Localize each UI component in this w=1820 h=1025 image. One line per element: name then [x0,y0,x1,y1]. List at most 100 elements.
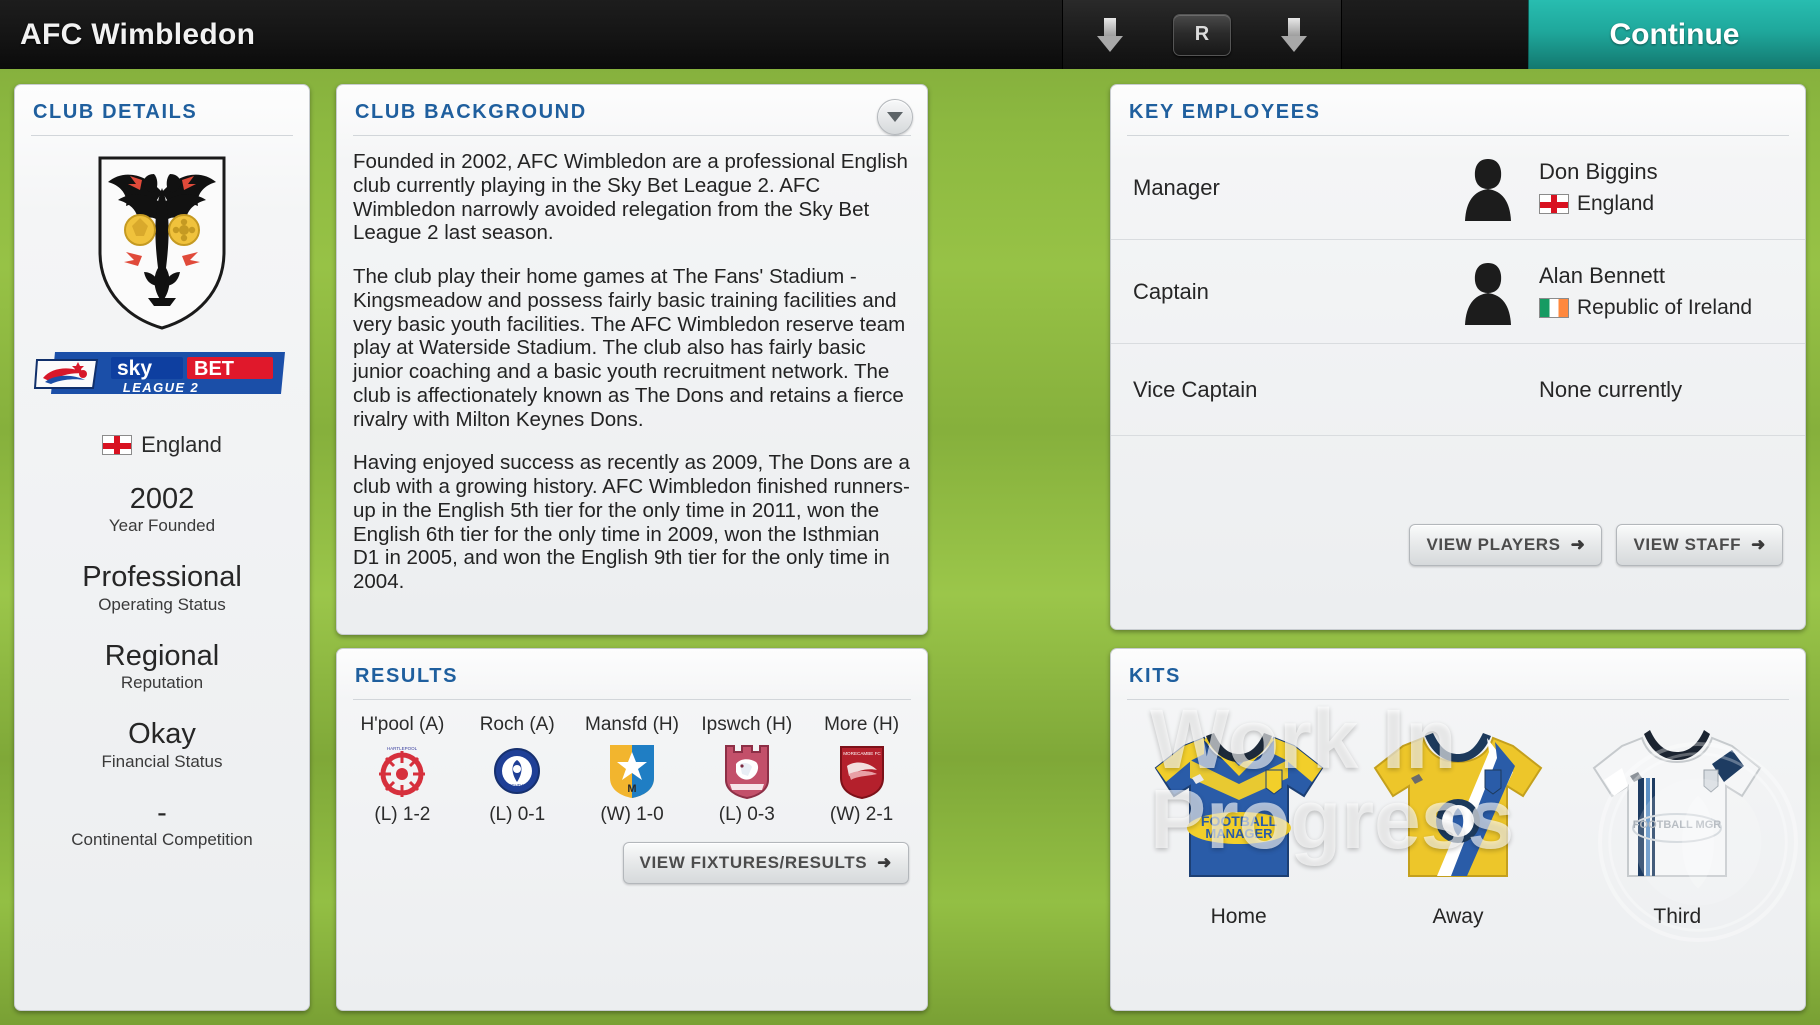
top-bar: AFC Wimbledon R Continue [0,0,1820,69]
rochdale-badge-icon: ROCHDALE [494,748,541,794]
badge-container [692,740,802,802]
result-item[interactable]: Roch (A) ROCHDALE (L) 0-1 [462,714,572,826]
employee-info: Alan Bennett Republic of Ireland [1523,263,1783,320]
result-score: (W) 2-1 [829,804,894,825]
result-opponent: Ipswch (H) [701,714,793,735]
stat-label: Reputation [120,673,204,693]
arrow-right-icon: ➜ [877,853,892,872]
home-kit-blue-yellow-icon: FOOTBALL MANAGER [1154,733,1323,877]
svg-text:HARTLEPOOL: HARTLEPOOL [387,746,418,751]
stat-value: 2002 [129,483,195,515]
stat-financial-status: Okay Financial Status [15,719,309,771]
mansfield-badge-icon: M [609,745,654,798]
divider [31,135,293,136]
hartlepool-badge-icon: HARTLEPOOL [379,746,426,797]
club-country-label: England [141,432,222,457]
league-logo-container: sky BET LEAGUE 2 [15,342,309,404]
result-score: (L) 0-1 [489,804,546,825]
svg-text:sky: sky [117,357,152,380]
kits-title: KITS [1129,665,1181,687]
stat-value: Okay [128,718,196,751]
kit-item-third[interactable]: FOOTBALL MGR Third [1582,716,1772,929]
reload-button[interactable]: R [1173,13,1231,56]
result-item[interactable]: Ipswch (H) (L) 0-3 [692,714,802,826]
stat-label: Operating Status [98,594,226,614]
stat-reputation: Regional Reputation [15,639,309,693]
result-item[interactable]: H'pool (A) HARTLEPOOL (L) 1-2 [347,714,457,826]
person-silhouette-icon [1465,158,1511,221]
result-opponent: Roch (A) [479,714,555,735]
background-paragraph: Founded in 2002, AFC Wimbledon are a pro… [353,150,908,245]
badge-container: M [577,740,687,802]
flag-ireland-icon [1539,298,1569,318]
view-staff-button[interactable]: VIEW STAFF ➜ [1616,524,1783,566]
result-item[interactable]: Mansfd (H) M (W) 1-0 [577,714,687,826]
club-crest-double-eagle-icon [98,156,226,330]
svg-text:MANAGER: MANAGER [1205,826,1273,841]
background-paragraph: The club play their home games at The Fa… [353,265,906,431]
stat-operating-status: Professional Operating Status [15,562,309,614]
result-item[interactable]: More (H) MORECAMBE FC (W) 2-1 [807,714,917,826]
svg-text:MORECAMBE FC: MORECAMBE FC [843,751,881,756]
stat-value: Regional [104,639,220,672]
kits-panel: KITS FOOTBALL MANAGER Home Away FOOTBALL… [1110,648,1806,1011]
away-kit-yellow-sash-icon [1373,733,1543,877]
club-background-panel: CLUB BACKGROUND Founded in 2002, AFC Wim… [336,84,928,635]
badge-container: HARTLEPOOL [347,740,457,802]
stat-label: Financial Status [101,751,223,771]
results-panel: RESULTS H'pool (A) HARTLEPOOL (L) 1-2 Ro… [336,648,928,1011]
employee-row-vice-captain[interactable]: Vice Captain None currently [1111,344,1805,436]
results-button-row: VIEW FIXTURES/RESULTS ➜ [337,826,927,884]
club-details-panel: CLUB DETAILS sky BET LEAGUE 2 England 20… [14,84,310,1011]
employee-nationality: Republic of Ireland [1539,296,1783,320]
background-paragraph: Having enjoyed success as recently as 20… [353,451,910,594]
stat-label: Year Founded [108,516,216,536]
stat-label: Continental Competition [71,830,253,850]
page-title: AFC Wimbledon [20,17,256,51]
club-details-title: CLUB DETAILS [33,101,198,123]
employee-row-captain[interactable]: Captain Alan Bennett Republic of Ireland [1111,240,1805,344]
employee-role: Manager [1133,174,1220,200]
kit-item-away[interactable]: Away [1363,716,1553,929]
button-label: VIEW PLAYERS [1426,535,1561,554]
view-fixtures-results-button[interactable]: VIEW FIXTURES/RESULTS ➜ [622,842,909,884]
result-opponent: H'pool (A) [360,714,445,735]
svg-text:BET: BET [194,358,234,380]
club-crest-container [15,152,309,332]
arrow-head [1097,35,1123,52]
club-background-title: CLUB BACKGROUND [355,101,587,123]
result-opponent: Mansfd (H) [585,714,679,735]
person-silhouette-icon [1465,262,1511,325]
employee-info: Don Biggins England [1523,159,1783,216]
flag-england-icon [1539,194,1569,214]
view-players-button[interactable]: VIEW PLAYERS ➜ [1409,524,1603,566]
button-label: VIEW FIXTURES/RESULTS [639,853,868,872]
avatar [1453,259,1523,325]
result-opponent: More (H) [824,714,900,735]
result-score: (L) 0-3 [718,804,775,825]
button-label: VIEW STAFF [1633,535,1742,554]
kit-label: Home [1210,905,1267,928]
chevron-down-icon[interactable] [877,99,913,135]
chevron-triangle [887,112,903,122]
navigation-cluster: R [1062,0,1342,69]
kits-grid: FOOTBALL MANAGER Home Away FOOTBALL MGR … [1111,700,1805,929]
badge-container: MORECAMBE FC [807,740,917,802]
continue-button[interactable]: Continue [1528,0,1820,69]
morecambe-badge-icon: MORECAMBE FC [839,746,884,800]
key-employees-panel: KEY EMPLOYEES Manager Don Biggins Englan… [1110,84,1806,630]
nationality-label: England [1577,192,1655,215]
stat-value: Professional [82,561,242,594]
kit-item-home[interactable]: FOOTBALL MANAGER Home [1144,716,1334,929]
employee-row-manager[interactable]: Manager Don Biggins England [1111,136,1805,240]
arrow-down-icon-right[interactable] [1281,17,1307,52]
arrow-stem [1288,17,1300,37]
arrow-right-icon: ➜ [1751,535,1766,554]
svg-text:FOOTBALL MGR: FOOTBALL MGR [1633,819,1721,831]
employee-name: Don Biggins [1539,159,1658,184]
stat-value: - [157,796,167,829]
employee-nationality: England [1539,192,1783,216]
stat-continental-competition: - Continental Competition [15,796,309,850]
svg-text:ROCHDALE: ROCHDALE [505,783,530,788]
arrow-down-icon-left[interactable] [1097,17,1123,52]
